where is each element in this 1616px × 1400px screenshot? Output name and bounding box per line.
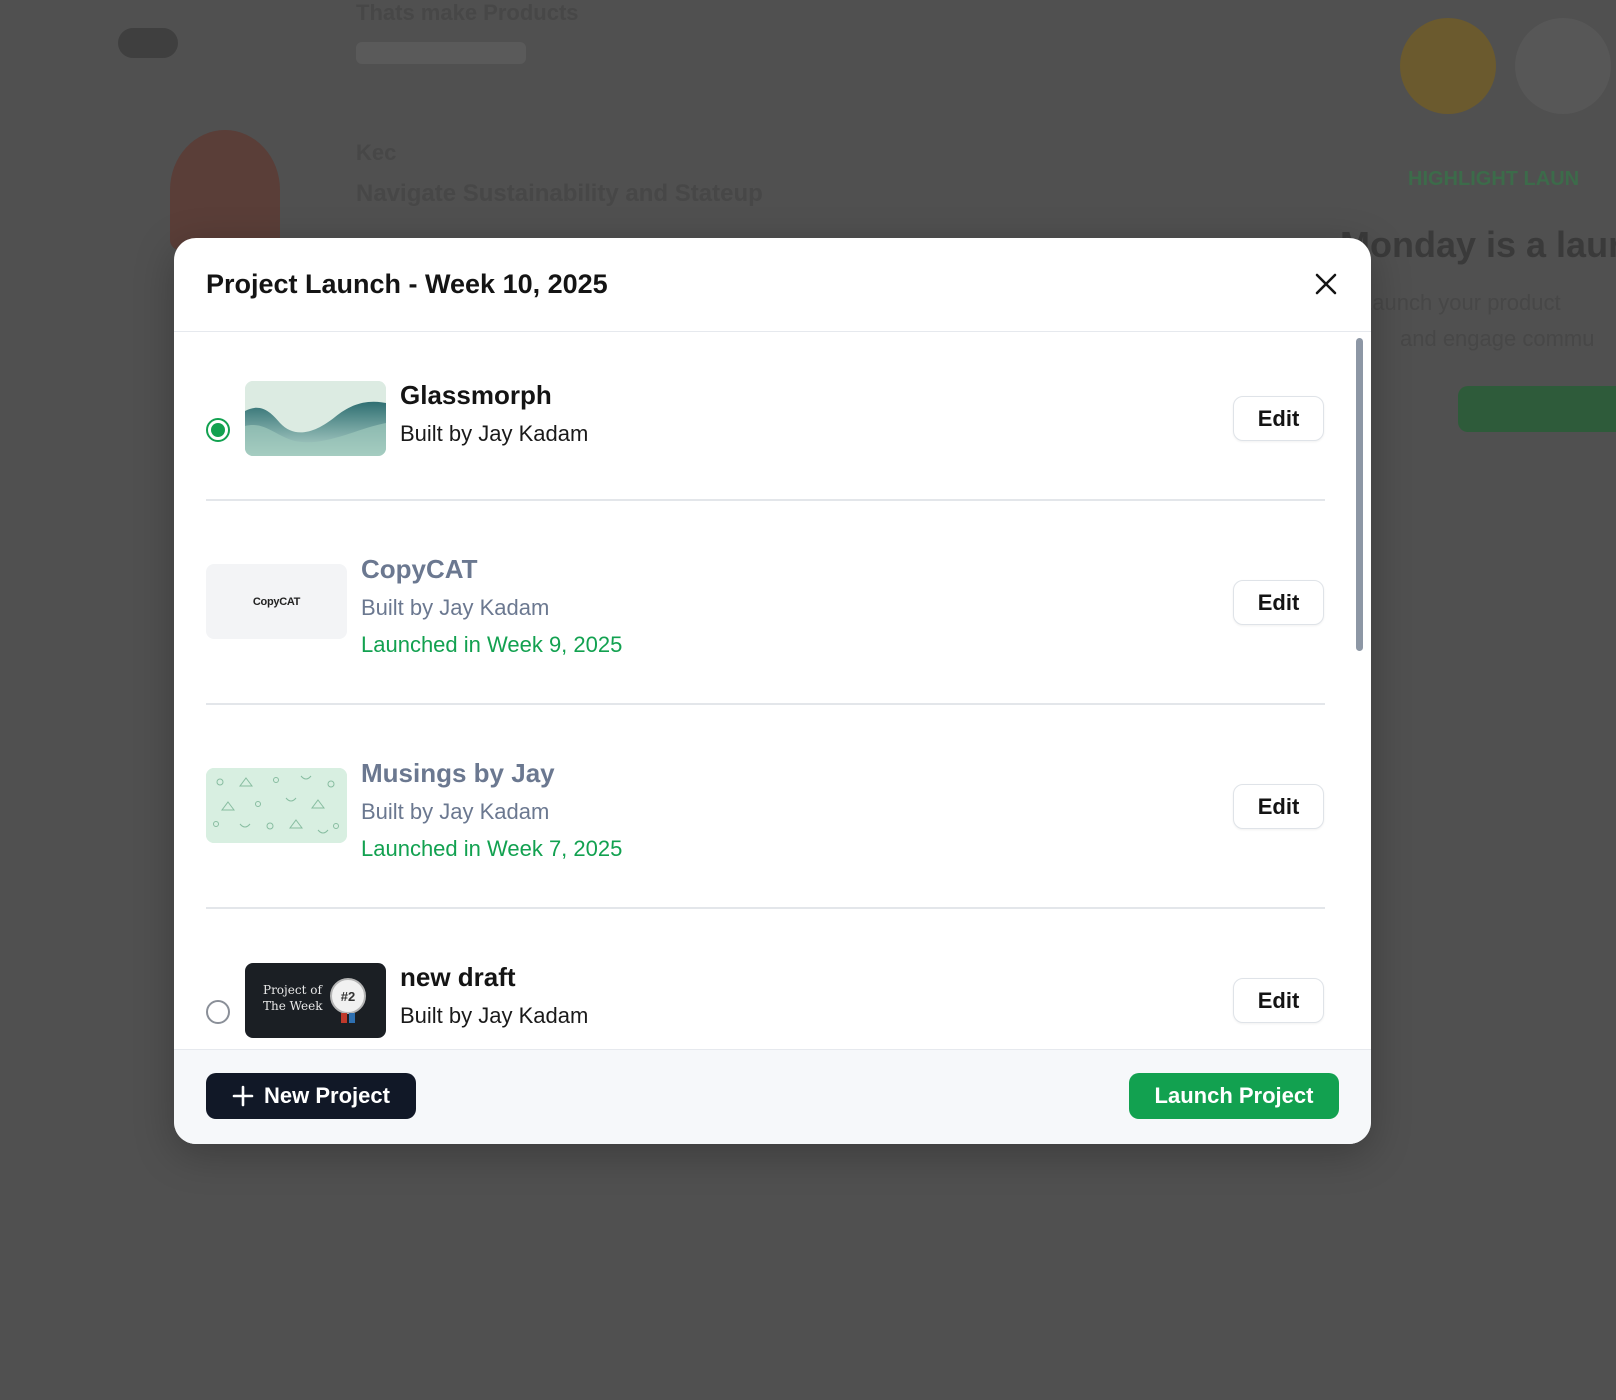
project-author: Built by Jay Kadam — [361, 595, 550, 620]
bg-row2-author: Kec — [356, 140, 397, 165]
bg-medal-gold — [1400, 18, 1496, 114]
bg-row1-meta — [356, 42, 526, 64]
close-button[interactable] — [1309, 267, 1343, 301]
bg-avatar-2 — [170, 130, 280, 250]
copycat-logo-text: CopyCAT — [252, 595, 301, 608]
bg-medal-silver — [1515, 18, 1611, 114]
launch-project-button[interactable]: Launch Project — [1129, 1073, 1339, 1119]
divider — [206, 703, 1325, 705]
badge-ribbon-right — [349, 1013, 355, 1023]
divider — [206, 907, 1325, 909]
edit-button-copycat[interactable]: Edit — [1233, 580, 1324, 625]
edit-button-glassmorph[interactable]: Edit — [1233, 396, 1324, 441]
new-project-button[interactable]: New Project — [206, 1073, 416, 1119]
bg-right-button — [1458, 386, 1616, 432]
project-name: CopyCAT — [361, 554, 478, 584]
project-launch-status: Launched in Week 7, 2025 — [361, 836, 623, 861]
dialog-title: Project Launch - Week 10, 2025 — [206, 269, 608, 299]
bg-row2-title: Navigate Sustainability and Stateup — [356, 180, 763, 207]
dialog-header: Project Launch - Week 10, 2025 — [174, 238, 1371, 332]
bg-right-line1: Launch your product — [1360, 290, 1561, 315]
project-radio-glassmorph[interactable] — [206, 418, 230, 442]
divider — [206, 499, 1325, 501]
plus-icon — [232, 1085, 254, 1107]
bg-row1-title: Thats make Products — [356, 0, 579, 25]
project-author: Built by Jay Kadam — [400, 1003, 589, 1028]
project-author: Built by Jay Kadam — [361, 799, 550, 824]
scrollbar[interactable] — [1355, 338, 1363, 1043]
bg-right-heading: Monday is a launc — [1340, 224, 1616, 265]
close-icon — [1315, 273, 1337, 295]
edit-button-musings[interactable]: Edit — [1233, 784, 1324, 829]
new-project-label: New Project — [264, 1083, 390, 1108]
project-name: Glassmorph — [400, 380, 552, 410]
bg-badge-label: HIGHLIGHT LAUN — [1408, 168, 1580, 190]
project-launch-dialog: Project Launch - Week 10, 2025 Glassmorp… — [174, 238, 1371, 1144]
project-thumbnail-new-draft: Project of The Week #2 — [245, 963, 386, 1038]
project-thumbnail-copycat: CopyCAT — [206, 564, 347, 639]
thumb-line1: Project of — [263, 983, 322, 997]
dialog-footer: New Project Launch Project — [174, 1049, 1371, 1144]
bg-right-line2: and engage commu — [1400, 326, 1595, 351]
project-launch-status: Launched in Week 9, 2025 — [361, 632, 623, 657]
thumb-line2: The Week — [263, 999, 323, 1013]
project-thumbnail-musings — [206, 768, 347, 843]
project-radio-new-draft[interactable] — [206, 1000, 230, 1024]
project-thumbnail-glassmorph — [245, 381, 386, 456]
edit-button-new-draft[interactable]: Edit — [1233, 978, 1324, 1023]
badge-ribbon-left — [341, 1013, 347, 1023]
project-name: Musings by Jay — [361, 758, 555, 788]
rank-badge-icon: #2 — [330, 978, 366, 1014]
bg-avatar-1 — [118, 28, 178, 58]
project-author: Built by Jay Kadam — [400, 421, 589, 446]
project-list[interactable]: Glassmorph Built by Jay Kadam Edit CopyC… — [174, 332, 1371, 1049]
rank-badge-text: #2 — [340, 988, 356, 1004]
scrollbar-thumb[interactable] — [1356, 338, 1363, 651]
project-name: new draft — [400, 962, 516, 992]
